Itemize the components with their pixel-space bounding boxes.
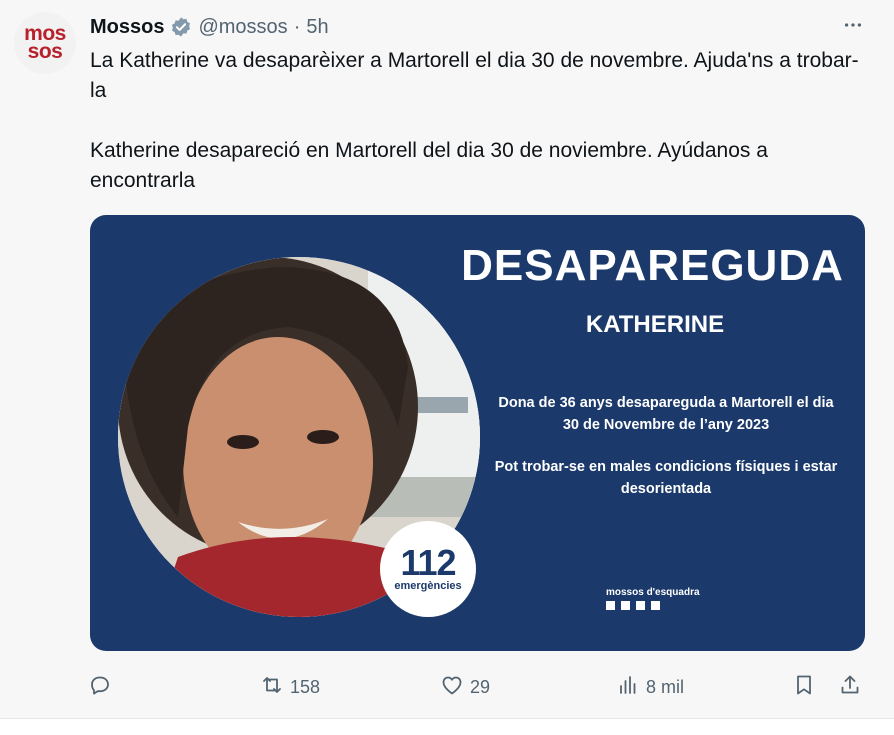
author-handle[interactable]: @mossos <box>198 16 287 39</box>
media-card[interactable]: 112 emergències DESAPAREGUDA KATHERINE D… <box>90 215 865 651</box>
retweet-button[interactable]: 158 <box>260 670 320 704</box>
more-icon[interactable] <box>838 10 868 40</box>
tweet-header: Mossos @mossos · 5h <box>90 12 329 42</box>
card-description-1: Dona de 36 anys desapareguda a Martorell… <box>498 395 834 433</box>
card-description-2: Pot trobar-se en males condicions físiqu… <box>494 459 838 497</box>
badge-number: 112 <box>400 542 456 583</box>
retweet-icon[interactable] <box>260 673 284 702</box>
header-separator: · <box>293 15 301 38</box>
action-bar: 158 29 8 mil <box>88 670 874 704</box>
tweet-time[interactable]: 5h <box>306 16 328 39</box>
tweet-text: La Katherine va desaparèixer a Martorell… <box>90 49 859 192</box>
card-person-name: KATHERINE <box>585 311 725 338</box>
like-icon[interactable] <box>440 673 464 702</box>
views-button[interactable]: 8 mil <box>616 670 684 704</box>
views-count: 8 mil <box>646 676 685 697</box>
card-headline: DESAPAREGUDA <box>461 241 844 290</box>
bookmark-icon[interactable] <box>792 673 816 702</box>
reply-button[interactable] <box>88 670 118 704</box>
emergency-112-badge: 112 emergències <box>380 521 476 617</box>
avatar-text-bottom: sos <box>27 40 63 63</box>
views-icon[interactable] <box>616 673 640 702</box>
mossos-logo: mossos d'esquadra <box>606 587 700 610</box>
badge-label: emergències <box>394 580 462 592</box>
like-button[interactable]: 29 <box>440 670 490 704</box>
mossos-logo-squares <box>606 601 700 610</box>
reply-icon[interactable] <box>88 673 112 702</box>
next-tweet-area <box>0 719 894 735</box>
share-icon[interactable] <box>838 673 862 702</box>
verified-badge-icon[interactable] <box>170 16 192 38</box>
tweet[interactable]: mos sos Mossos @mossos · 5h La Katherine… <box>0 0 894 718</box>
bookmark-button[interactable] <box>792 670 816 704</box>
mossos-logo-text: mossos d'esquadra <box>606 587 700 598</box>
retweet-count: 158 <box>290 676 321 697</box>
like-count: 29 <box>470 676 491 697</box>
share-button[interactable] <box>838 670 862 704</box>
author-name[interactable]: Mossos <box>90 16 164 39</box>
avatar[interactable]: mos sos <box>14 12 76 74</box>
